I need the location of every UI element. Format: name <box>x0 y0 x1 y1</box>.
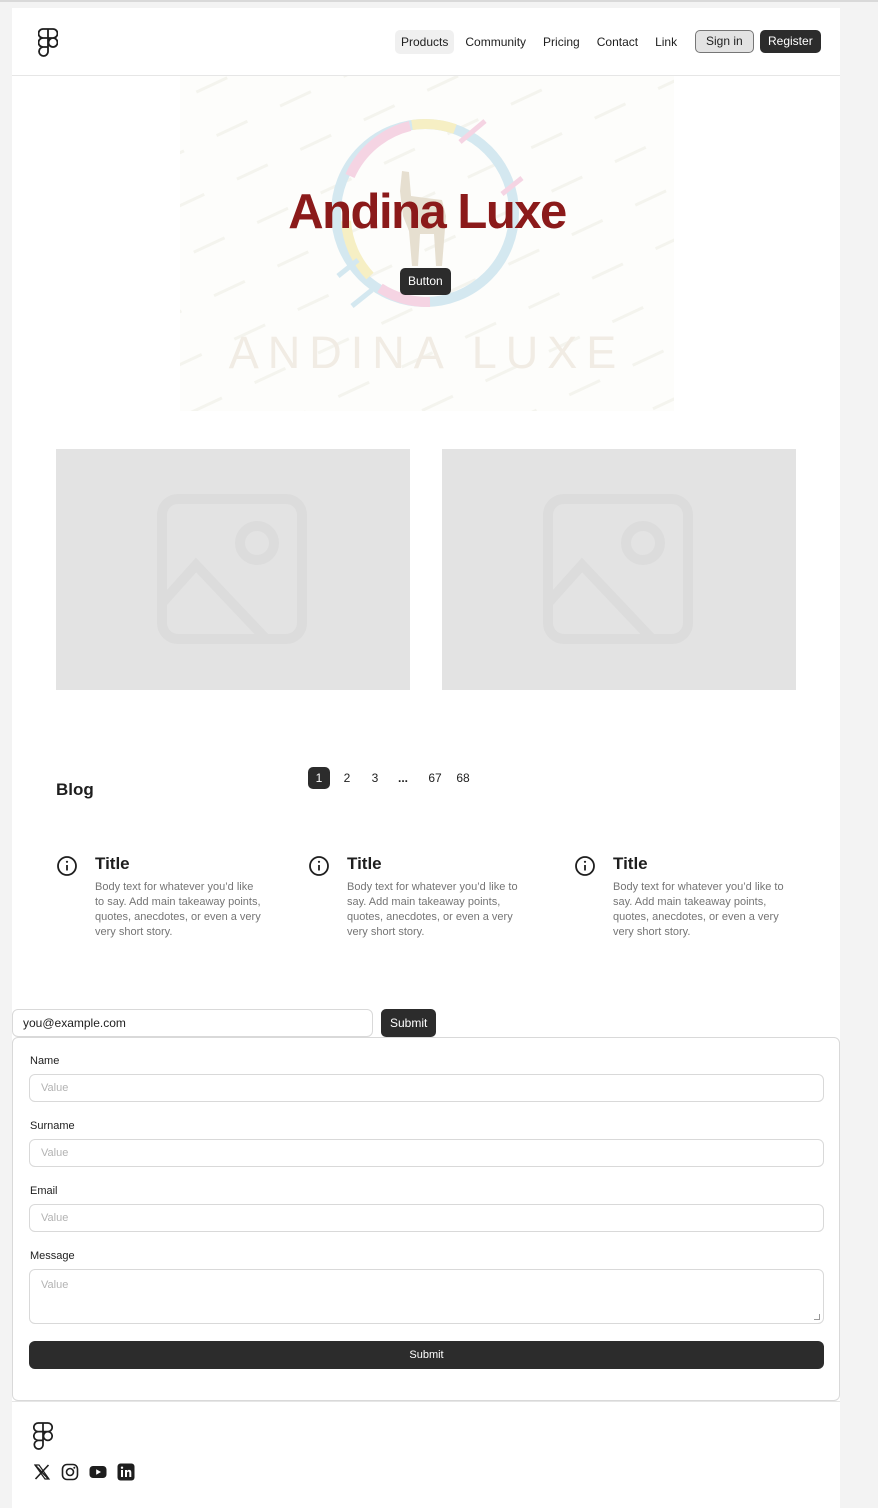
brand-logo-image: ANDINA LUXE <box>180 76 674 411</box>
form-submit-button[interactable]: Submit <box>29 1341 824 1369</box>
info-icon <box>575 856 595 876</box>
newsletter-email-input[interactable]: you@example.com <box>12 1009 373 1037</box>
hero-section: ANDINA LUXE Andina Luxe Button <box>180 76 674 411</box>
linkedin-icon[interactable] <box>117 1463 135 1481</box>
image-icon <box>543 494 693 644</box>
svg-text:ANDINA LUXE: ANDINA LUXE <box>229 327 626 378</box>
email-input[interactable]: Value <box>29 1204 824 1232</box>
youtube-icon[interactable] <box>89 1463 107 1481</box>
newsletter-submit-button[interactable]: Submit <box>381 1009 437 1037</box>
message-label: Message <box>30 1250 75 1262</box>
page-2[interactable]: 2 <box>336 767 358 789</box>
nav-pricing[interactable]: Pricing <box>537 30 586 54</box>
message-textarea[interactable]: Value <box>29 1269 824 1324</box>
blog-heading: Blog <box>56 780 94 799</box>
hero-title: Andina Luxe <box>288 185 567 239</box>
contact-form: Name Value Surname Value Email Value Mes… <box>12 1037 840 1401</box>
email-label: Email <box>30 1185 58 1197</box>
sign-in-button[interactable]: Sign in <box>695 30 754 53</box>
resize-handle-icon[interactable] <box>814 1314 820 1320</box>
page-3[interactable]: 3 <box>364 767 386 789</box>
image-placeholder-right <box>442 449 796 690</box>
page-ellipsis: ... <box>397 771 408 785</box>
site-footer <box>12 1401 840 1508</box>
surname-input[interactable]: Value <box>29 1139 824 1167</box>
image-icon <box>157 494 307 644</box>
figma-logo-icon[interactable] <box>38 28 58 58</box>
nav-products[interactable]: Products <box>395 30 455 54</box>
page-frame: Products Community Pricing Contact Link … <box>12 8 840 1508</box>
card-body: Body text for whatever you’d like to say… <box>347 881 518 938</box>
message-placeholder: Value <box>41 1279 69 1291</box>
main-nav: Products Community Pricing Contact Link <box>395 30 683 54</box>
site-header: Products Community Pricing Contact Link … <box>12 8 840 76</box>
name-input[interactable]: Value <box>29 1074 824 1102</box>
register-button[interactable]: Register <box>760 30 821 53</box>
nav-link[interactable]: Link <box>649 30 683 54</box>
card-title: Title <box>347 854 382 873</box>
social-links <box>33 1463 135 1481</box>
nav-community[interactable]: Community <box>459 30 532 54</box>
page-1[interactable]: 1 <box>308 767 330 789</box>
card-body: Body text for whatever you’d like to say… <box>95 881 261 938</box>
pagination: 1 2 3 ... 67 68 <box>308 767 474 789</box>
hero-button[interactable]: Button <box>400 268 451 295</box>
card-title: Title <box>613 854 648 873</box>
surname-label: Surname <box>30 1120 75 1132</box>
x-icon[interactable] <box>33 1463 51 1481</box>
figma-logo-icon[interactable] <box>33 1422 53 1451</box>
name-label: Name <box>30 1055 60 1067</box>
card-title: Title <box>95 854 130 873</box>
info-icon <box>309 856 329 876</box>
card-body: Body text for whatever you’d like to say… <box>613 881 784 938</box>
image-placeholder-left <box>56 449 410 690</box>
info-icon <box>57 856 77 876</box>
page-67[interactable]: 67 <box>424 767 446 789</box>
top-divider <box>0 0 878 2</box>
nav-contact[interactable]: Contact <box>591 30 644 54</box>
instagram-icon[interactable] <box>61 1463 79 1481</box>
page-68[interactable]: 68 <box>452 767 474 789</box>
